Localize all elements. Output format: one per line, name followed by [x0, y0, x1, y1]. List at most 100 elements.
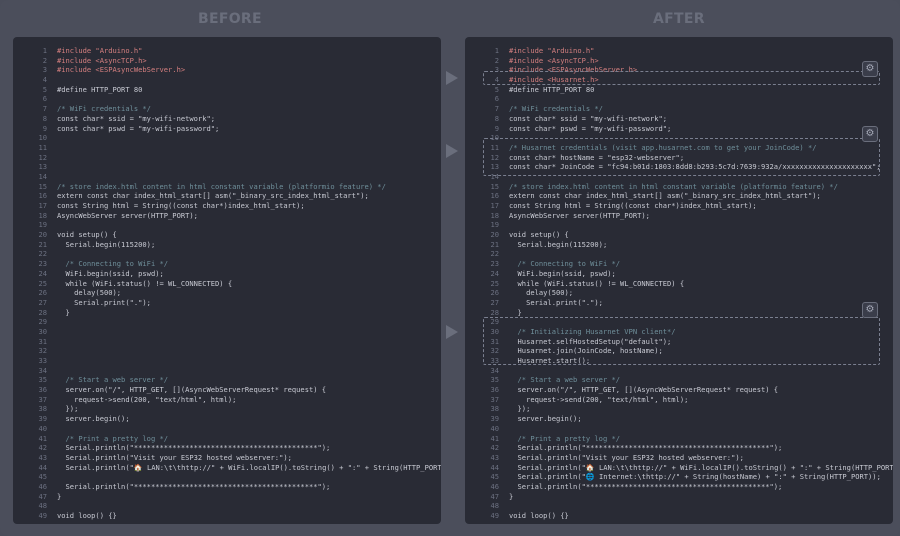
- line-number: 32: [38, 346, 47, 356]
- line-number: 16: [38, 191, 47, 201]
- code-text: #define HTTP_PORT 80: [509, 84, 595, 94]
- line-number: 37: [490, 394, 499, 404]
- code-text: /* store index.html content in html cons…: [509, 181, 838, 191]
- line-number: 17: [38, 201, 47, 210]
- line-number: 27: [38, 297, 47, 307]
- gear-icon[interactable]: ⚙: [862, 126, 878, 142]
- code-line: 43 Serial.println("Visit your ESP32 host…: [465, 453, 893, 463]
- code-line: 2 #include <AsyncTCP.h>: [465, 56, 893, 66]
- code-text: #define HTTP_PORT 80: [57, 84, 143, 94]
- code-line: 49 void loop() {}: [13, 511, 441, 521]
- code-line: 27 Serial.print(".");: [465, 298, 893, 308]
- code-line: 11: [13, 143, 441, 153]
- line-number: 19: [490, 220, 499, 230]
- code-text: while (WiFi.status() != WL_CONNECTED) {: [509, 278, 685, 288]
- code-line: 26 delay(500);: [465, 288, 893, 298]
- code-line: 35 /* Start a web server */: [13, 375, 441, 385]
- code-line: 42 Serial.println("*********************…: [13, 443, 441, 453]
- code-line: 26 delay(500);: [13, 288, 441, 298]
- line-number: 17: [490, 201, 499, 210]
- line-number: 7: [42, 104, 47, 114]
- line-number: 33: [38, 356, 47, 365]
- line-number: 22: [38, 249, 47, 259]
- code-line: 36 server.on("/", HTTP_GET, [](AsyncWebS…: [465, 385, 893, 395]
- line-number: 24: [38, 268, 47, 278]
- code-line: 18 AsyncWebServer server(HTTP_PORT);: [13, 211, 441, 221]
- code-text: Serial.println("************************…: [57, 481, 331, 491]
- code-text: const String html = String((const char*)…: [57, 201, 305, 210]
- line-number: 38: [38, 404, 47, 414]
- added-include-box: [483, 71, 880, 85]
- code-line: 37 request->send(200, "text/html", html)…: [13, 395, 441, 405]
- code-text: #include <ESPAsyncWebServer.h>: [57, 65, 186, 75]
- code-line: 5 #define HTTP_PORT 80: [13, 85, 441, 95]
- line-number: 5: [494, 84, 499, 94]
- code-text: Serial.begin(115200);: [57, 239, 156, 249]
- code-line: 10: [13, 133, 441, 143]
- line-number: 24: [490, 268, 499, 278]
- line-number: 26: [490, 288, 499, 298]
- gear-icon[interactable]: ⚙: [862, 61, 878, 77]
- code-text: /* Connecting to WiFi */: [57, 259, 169, 269]
- line-number: 18: [490, 210, 499, 220]
- before-title: BEFORE: [198, 11, 262, 27]
- code-text: const char* ssid = "my-wifi-network";: [509, 113, 668, 123]
- code-line: 45: [13, 472, 441, 482]
- code-text: delay(500);: [57, 288, 122, 298]
- code-line: 27 Serial.print(".");: [13, 298, 441, 308]
- code-line: 1 #include "Arduino.h": [13, 46, 441, 56]
- line-number: 36: [490, 385, 499, 395]
- code-text: request->send(200, "text/html", html);: [509, 394, 689, 404]
- code-text: void setup() {: [57, 230, 117, 240]
- line-number: 38: [490, 404, 499, 414]
- code-text: Serial.println("🌐 Internet:\thttp://" + …: [509, 472, 881, 482]
- arrow-right-icon: [446, 325, 458, 339]
- code-line: 5 #define HTTP_PORT 80: [465, 85, 893, 95]
- code-line: 48: [465, 501, 893, 511]
- code-text: }: [509, 307, 522, 317]
- code-text: Serial.println("************************…: [509, 443, 783, 453]
- line-number: 15: [38, 181, 47, 191]
- code-line: 35 /* Start a web server */: [465, 375, 893, 385]
- before-code: 1 #include "Arduino.h" 2 #include <AsyncTCP…: [13, 46, 441, 521]
- code-line: 25 while (WiFi.status() != WL_CONNECTED)…: [465, 279, 893, 289]
- code-line: 41 /* Print a pretty log */: [13, 434, 441, 444]
- line-number: 13: [38, 162, 47, 172]
- code-line: 45 Serial.println("🌐 Internet:\thttp://"…: [465, 472, 893, 482]
- arrow-right-icon: [446, 71, 458, 85]
- code-line: 46 Serial.println("*********************…: [465, 482, 893, 492]
- code-text: const char* pswd = "my-wifi-password";: [509, 123, 672, 133]
- code-text: WiFi.begin(ssid, pswd);: [509, 268, 616, 278]
- code-line: 17 const String html = String((const char…: [13, 201, 441, 211]
- line-number: 44: [490, 462, 499, 472]
- line-number: 35: [38, 375, 47, 385]
- line-number: 40: [490, 423, 499, 433]
- code-line: 38 });: [465, 404, 893, 414]
- code-line: 25 while (WiFi.status() != WL_CONNECTED)…: [13, 279, 441, 289]
- code-text: #include "Arduino.h": [509, 46, 595, 55]
- gear-icon[interactable]: ⚙: [862, 302, 878, 318]
- code-text: #include <AsyncTCP.h>: [509, 55, 599, 65]
- code-line: 37 request->send(200, "text/html", html)…: [465, 395, 893, 405]
- code-line: 6: [465, 94, 893, 104]
- code-line: 23 /* Connecting to WiFi */: [13, 259, 441, 269]
- code-line: 7 /* WiFi credentials */: [465, 104, 893, 114]
- code-text: /* Start a web server */: [509, 375, 621, 385]
- line-number: 1: [42, 46, 47, 55]
- line-number: 2: [494, 55, 499, 65]
- comparison-frame: BEFORE AFTER 1 #include "Arduino.h" 2 #incl…: [0, 0, 900, 536]
- line-number: 48: [490, 501, 499, 511]
- added-husarnet-init-box: [483, 317, 880, 365]
- code-text: while (WiFi.status() != WL_CONNECTED) {: [57, 278, 233, 288]
- code-text: #include "Arduino.h": [57, 46, 143, 55]
- line-number: 21: [38, 239, 47, 249]
- line-number: 34: [490, 365, 499, 375]
- code-line: 20 void setup() {: [13, 230, 441, 240]
- code-line: 40: [465, 424, 893, 434]
- line-number: 45: [490, 472, 499, 482]
- line-number: 43: [38, 452, 47, 462]
- code-text: }: [57, 307, 70, 317]
- line-number: 42: [490, 443, 499, 453]
- code-line: 49 void loop() {}: [465, 511, 893, 521]
- code-text: });: [509, 404, 531, 414]
